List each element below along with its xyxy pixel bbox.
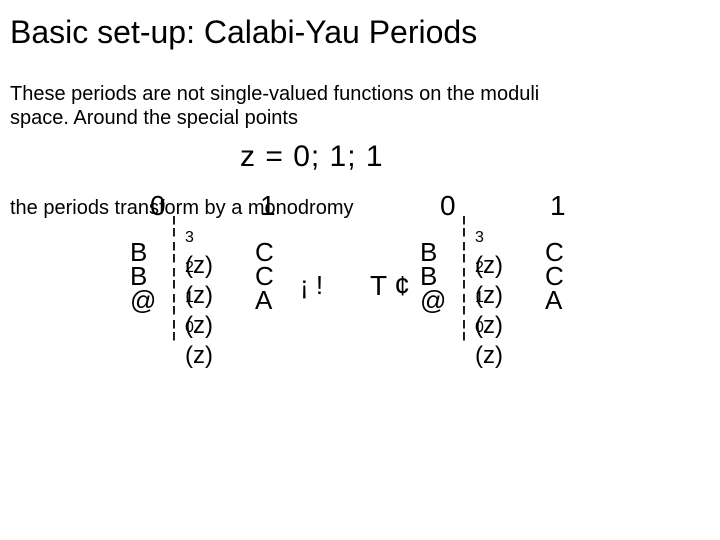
sub-2: 2 <box>475 253 484 283</box>
sub-0: 0 <box>185 313 194 343</box>
fn-z: (z) <box>185 342 213 369</box>
bar-seg: ¦ <box>460 212 468 238</box>
bracket-A: A <box>255 288 274 312</box>
page-title: Basic set-up: Calabi-Yau Periods <box>10 14 477 51</box>
bar-seg: ¦ <box>170 316 178 342</box>
right-bracket-col: C C A <box>545 240 564 312</box>
bracket-at: @ <box>420 288 446 312</box>
bracket-A: A <box>545 288 564 312</box>
corner-top-right: 1 <box>550 190 566 222</box>
intro-paragraph: These periods are not single-valued func… <box>10 82 710 130</box>
corner-top-left: 0 <box>440 190 456 222</box>
sub-1: 1 <box>185 283 194 313</box>
bar-seg: ¦ <box>460 264 468 290</box>
vertical-bar: ¦ ¦ ¦ ¦ ¦ <box>460 212 468 342</box>
corner-top-right: 1 <box>260 190 276 222</box>
corner-top-left: 0 <box>150 190 166 222</box>
maps-to-arrow: ¡ ! <box>300 270 323 301</box>
bar-seg: ¦ <box>460 290 468 316</box>
period-rows: 3(z) 2(z) 1(z) 0(z) <box>185 212 213 332</box>
bracket-at: @ <box>130 288 156 312</box>
monodromy-sentence: the periods transform by a monodromy <box>10 197 354 220</box>
period-rows: 3(z) 2(z) 1(z) 0(z) <box>475 212 503 332</box>
bar-seg: ¦ <box>170 290 178 316</box>
row-3: 3(z) <box>475 212 503 242</box>
bar-seg: ¦ <box>460 316 468 342</box>
bar-seg: ¦ <box>170 238 178 264</box>
sub-3: 3 <box>185 223 194 253</box>
monodromy-T: T ¢ <box>370 270 410 302</box>
left-bracket-col: B B @ <box>130 240 156 312</box>
sub-3: 3 <box>475 223 484 253</box>
sub-1: 1 <box>475 283 484 313</box>
vertical-bar: ¦ ¦ ¦ ¦ ¦ <box>170 212 178 342</box>
bar-seg: ¦ <box>170 264 178 290</box>
paragraph-line-2: space. Around the special points <box>10 107 298 129</box>
equation-special-points: z = 0; 1; 1 <box>240 140 384 174</box>
left-bracket-col: B B @ <box>420 240 446 312</box>
fn-z: (z) <box>475 342 503 369</box>
bar-seg: ¦ <box>460 238 468 264</box>
right-bracket-col: C C A <box>255 240 274 312</box>
bar-seg: ¦ <box>170 212 178 238</box>
sub-2: 2 <box>185 253 194 283</box>
paragraph-line-1: These periods are not single-valued func… <box>10 83 539 105</box>
row-3: 3(z) <box>185 212 213 242</box>
sub-0: 0 <box>475 313 484 343</box>
